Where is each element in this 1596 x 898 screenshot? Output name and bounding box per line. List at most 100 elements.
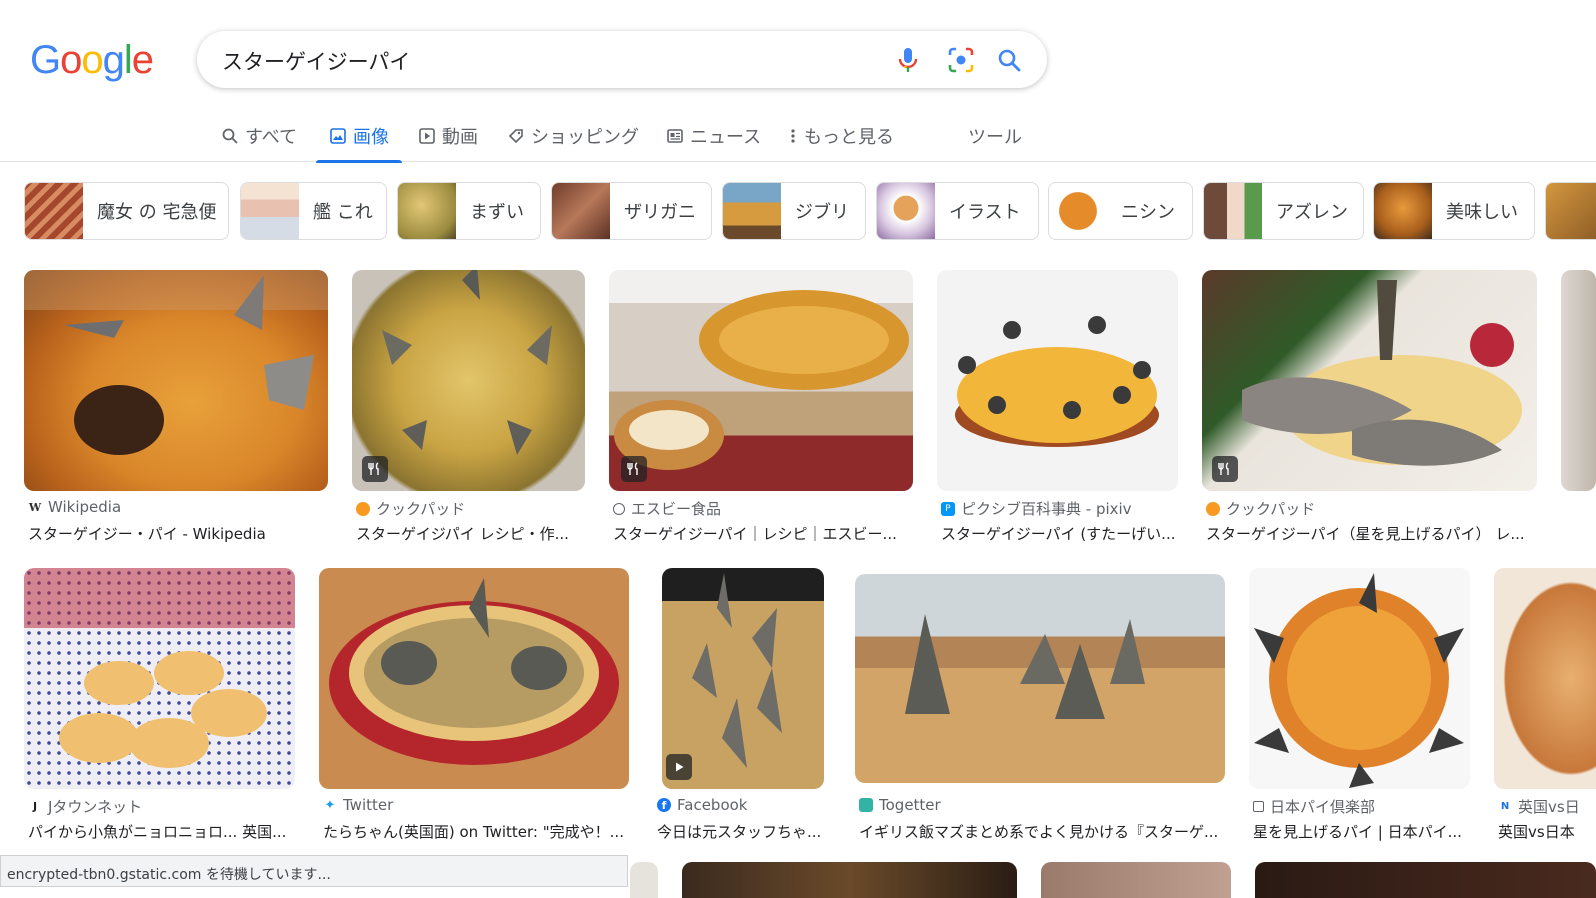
result-source[interactable]: W Wikipedia <box>28 498 121 516</box>
result-title[interactable]: スターゲイジーパイ（星を見上げるパイ） レ... <box>1206 523 1537 544</box>
news-site-icon: N <box>1500 801 1510 812</box>
tools-button[interactable]: ツール <box>968 110 1022 162</box>
image-result[interactable]: W Wikipedia スターゲイジー・パイ - Wikipedia <box>24 270 328 550</box>
header: Google スターゲイジーパイ <box>0 0 1596 118</box>
result-thumbnail[interactable] <box>319 568 629 789</box>
result-source[interactable]: N 英国vs日 <box>1498 796 1580 817</box>
result-source[interactable]: クックパッド <box>1206 498 1315 519</box>
result-source[interactable]: P ピクシブ百科事典 - pixiv <box>941 498 1132 519</box>
result-thumbnail[interactable] <box>855 574 1225 783</box>
result-source[interactable]: f Facebook <box>657 796 747 814</box>
chip[interactable]: 美味しい <box>1373 182 1535 240</box>
chip[interactable]: ザリガニ <box>551 182 712 240</box>
chip[interactable]: イラスト <box>876 182 1039 240</box>
chip-thumbnail <box>1546 183 1596 239</box>
result-title[interactable]: スターゲイジー・パイ - Wikipedia <box>28 523 328 544</box>
image-result[interactable]: クックパッド スターゲイジーパイ（星を見上げるパイ） レ... <box>1202 270 1537 550</box>
result-thumbnail[interactable] <box>609 270 913 491</box>
search-box[interactable]: スターゲイジーパイ <box>197 31 1047 88</box>
twitter-icon: ✦ <box>324 797 336 813</box>
camera-lens-icon[interactable] <box>944 43 978 77</box>
image-result[interactable]: J Jタウンネット パイから小魚がニョロニョロ... 英国... <box>24 568 295 848</box>
image-result-peek[interactable] <box>1255 862 1596 898</box>
result-thumbnail[interactable] <box>1202 270 1537 491</box>
result-thumbnail[interactable] <box>352 270 585 491</box>
result-source[interactable]: ✦ Twitter <box>323 796 394 814</box>
logo-letter: g <box>102 38 125 82</box>
tab-news[interactable]: ニュース <box>666 110 761 162</box>
result-thumbnail[interactable] <box>1561 270 1596 491</box>
image-result[interactable]: ✦ Twitter たらちゃん(英国面) on Twitter: "完成や！..… <box>319 568 629 848</box>
tab-label: 画像 <box>353 127 389 148</box>
image-result[interactable]: 日本パイ倶楽部 星を見上げるパイ | 日本パイ... <box>1249 568 1470 848</box>
globe-icon <box>613 502 625 515</box>
tab-shopping[interactable]: ショッピング <box>507 110 639 162</box>
result-title[interactable]: スターゲイジーパイ｜レシピ｜エスビー... <box>613 523 913 544</box>
result-source[interactable]: 日本パイ倶楽部 <box>1253 796 1375 817</box>
result-title[interactable]: たらちゃん(英国面) on Twitter: "完成や！... <box>323 821 629 842</box>
image-result-peek[interactable] <box>630 862 658 898</box>
result-thumbnail[interactable] <box>24 270 328 491</box>
result-source[interactable]: J Jタウンネット <box>28 796 142 817</box>
image-result[interactable]: N 英国vs日 英国vs日本 <box>1494 568 1596 848</box>
tab-label: ツール <box>968 127 1022 148</box>
result-source[interactable]: クックパッド <box>356 498 465 519</box>
related-chips: 魔女 の 宅急便 艦 これ まずい ザリガニ ジブリ イラスト ニシン アズレン… <box>0 180 1596 242</box>
logo-letter: l <box>123 38 133 82</box>
tab-label: もっと見る <box>804 127 894 148</box>
tab-all[interactable]: すべて <box>221 110 297 162</box>
result-title[interactable]: イギリス飯マズまとめ系でよく見かける『スターゲ... <box>859 821 1225 842</box>
result-thumbnail[interactable] <box>24 568 295 789</box>
result-thumbnail[interactable] <box>1249 568 1470 789</box>
microphone-icon[interactable] <box>891 43 925 77</box>
chip[interactable]: 艦 これ <box>240 182 387 240</box>
search-input[interactable]: スターゲイジーパイ <box>222 46 410 76</box>
image-result[interactable] <box>1561 270 1596 491</box>
jtown-icon: J <box>32 800 38 813</box>
image-result[interactable]: Togetter イギリス飯マズまとめ系でよく見かける『スターゲ... <box>855 568 1225 848</box>
result-title[interactable]: スターゲイジパイ レシピ・作... <box>356 523 585 544</box>
tab-videos[interactable]: 動画 <box>418 110 478 162</box>
tab-label: ショッピング <box>531 127 639 148</box>
source-label: 英国vs日 <box>1518 798 1580 816</box>
search-icon[interactable] <box>992 43 1026 77</box>
source-label: クックパッド <box>1226 500 1316 518</box>
news-icon <box>666 127 684 145</box>
image-icon <box>329 127 347 145</box>
result-title[interactable]: スターゲイジーパイ (すたーげい... <box>941 523 1178 544</box>
result-thumbnail[interactable] <box>937 270 1178 491</box>
chip[interactable]: ジブリ <box>722 182 866 240</box>
result-title[interactable]: 英国vs日本 <box>1498 821 1596 842</box>
chip[interactable] <box>1545 182 1596 240</box>
facebook-icon: f <box>657 798 671 812</box>
result-title[interactable]: パイから小魚がニョロニョロ... 英国... <box>28 821 295 842</box>
image-result[interactable]: エスビー食品 スターゲイジーパイ｜レシピ｜エスビー... <box>609 270 913 550</box>
recipe-badge <box>1212 456 1238 482</box>
logo-letter: o <box>60 38 82 82</box>
image-result-peek[interactable] <box>682 862 1017 898</box>
result-source[interactable]: Togetter <box>859 796 941 814</box>
togetter-icon <box>859 798 873 812</box>
image-result[interactable]: クックパッド スターゲイジパイ レシピ・作... <box>352 270 585 550</box>
chip[interactable]: 魔女 の 宅急便 <box>24 182 229 240</box>
result-thumbnail[interactable] <box>662 568 824 789</box>
result-thumbnail[interactable] <box>1494 568 1596 789</box>
result-source[interactable]: エスビー食品 <box>613 498 721 519</box>
chip[interactable]: アズレン <box>1203 182 1364 240</box>
image-result[interactable]: P ピクシブ百科事典 - pixiv スターゲイジーパイ (すたーげい... <box>937 270 1178 550</box>
chip[interactable]: まずい <box>397 182 541 240</box>
search-tabs: すべて 画像 動画 ショッピング ニュース もっと見る ツール <box>0 110 1596 163</box>
result-title[interactable]: 星を見上げるパイ | 日本パイ... <box>1253 821 1470 842</box>
tab-more[interactable]: もっと見る <box>788 110 894 162</box>
wikipedia-icon: W <box>28 500 42 514</box>
chip-thumbnail <box>723 183 781 239</box>
browser-status-bar: encrypted-tbn0.gstatic.com を待機しています... <box>0 855 628 887</box>
google-logo[interactable]: Google <box>30 38 154 83</box>
result-title[interactable]: 今日は元スタッフちゃ... <box>657 821 831 842</box>
pixiv-icon: P <box>941 501 955 516</box>
tab-images[interactable]: 画像 <box>316 110 402 163</box>
image-result[interactable]: f Facebook 今日は元スタッフちゃ... <box>653 568 831 848</box>
chip-label: イラスト <box>949 202 1021 223</box>
chip[interactable]: ニシン <box>1048 182 1193 240</box>
image-result-peek[interactable] <box>1041 862 1231 898</box>
